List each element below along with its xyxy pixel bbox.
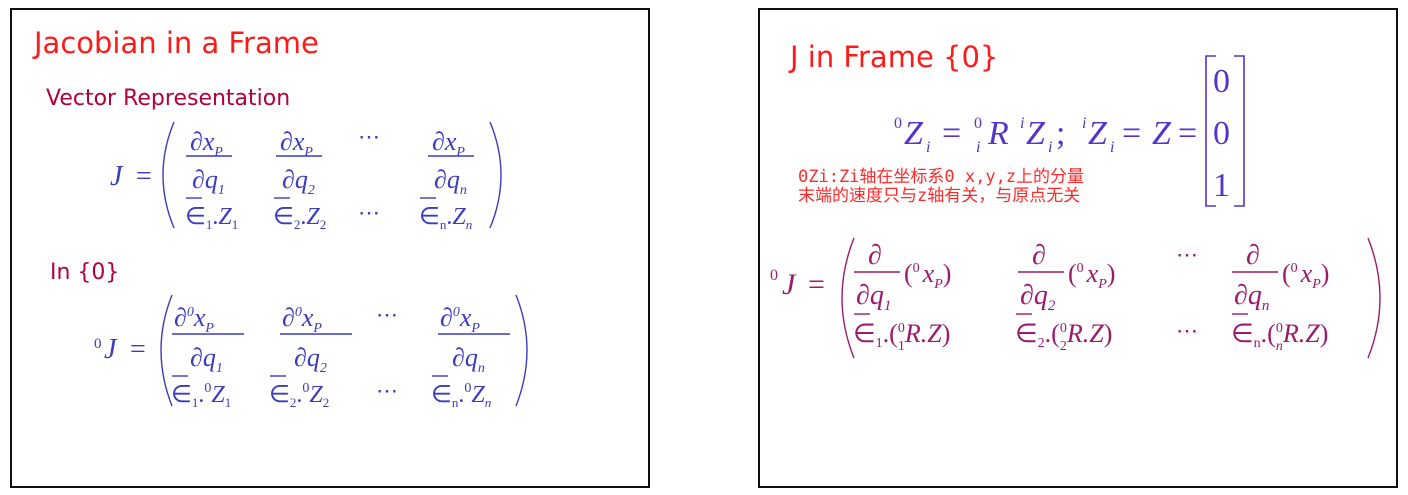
- svg-text:(0xP): (0 xP): [1068, 259, 1115, 292]
- slide-left: Jacobian in a Frame Vector Representatio…: [10, 8, 650, 488]
- svg-text:∂0xP: ∂0xP: [174, 303, 214, 336]
- svg-text:∂qn: ∂qn: [452, 343, 485, 376]
- svg-text:(0xP): (0 xP): [904, 259, 951, 292]
- svg-text:⋯: ⋯: [376, 302, 398, 327]
- svg-text:⋯: ⋯: [376, 378, 398, 403]
- svg-text:=: =: [808, 268, 825, 301]
- svg-text:∈2.(02R.Z): ∈2.(0 2R.Z): [1015, 319, 1112, 354]
- svg-text:∈2.0Z2: ∈2.0Z2: [269, 381, 329, 410]
- svg-text:∂: ∂: [1246, 240, 1260, 271]
- svg-text:J: J: [104, 334, 118, 365]
- svg-text:∂0xP: ∂0xP: [440, 303, 480, 336]
- svg-text:∂: ∂: [868, 240, 882, 271]
- svg-text:(0xP): (0 xP): [1282, 259, 1329, 292]
- svg-text:∈n.0Zn: ∈n.0Zn: [431, 381, 491, 410]
- slide-right: J in Frame {0} 0 Z i = 0 i R i Z i ; i Z…: [758, 8, 1398, 488]
- svg-text:∈1.(01R.Z): ∈1.(0 1R.Z): [853, 319, 950, 354]
- svg-text:0: 0: [770, 267, 778, 284]
- svg-text:∈1.0Z1: ∈1.0Z1: [171, 381, 231, 410]
- svg-text:=: =: [130, 334, 146, 365]
- svg-text:∂q1: ∂q1: [856, 280, 891, 314]
- svg-text:⋯: ⋯: [1176, 242, 1198, 267]
- svg-text:∈n.(0nR.Z): ∈n.(0 nR.Z): [1231, 319, 1328, 354]
- jacobian-frame0-expanded-equation: 0 J = ∂ ∂q1 (0 xP) ∈1.(0 1R.Z) ∂ ∂q2 (0 xP)…: [770, 237, 1381, 359]
- jacobian-frame0-equation: 0 J = ∂0xP ∂q1 ∈1.0Z1 ∂0xP ∂q2 ∈2.0Z2 ⋯ …: [94, 294, 528, 410]
- svg-text:∂0xP: ∂0xP: [282, 303, 322, 336]
- svg-text:J: J: [782, 268, 797, 301]
- svg-text:⋯: ⋯: [1176, 318, 1198, 343]
- svg-text:∂q1: ∂q1: [190, 343, 223, 376]
- svg-text:∂: ∂: [1032, 240, 1046, 271]
- svg-text:∂q2: ∂q2: [294, 343, 327, 376]
- svg-text:∂qn: ∂qn: [1234, 280, 1269, 314]
- svg-text:0: 0: [94, 336, 102, 352]
- svg-text:∂q2: ∂q2: [1020, 280, 1056, 314]
